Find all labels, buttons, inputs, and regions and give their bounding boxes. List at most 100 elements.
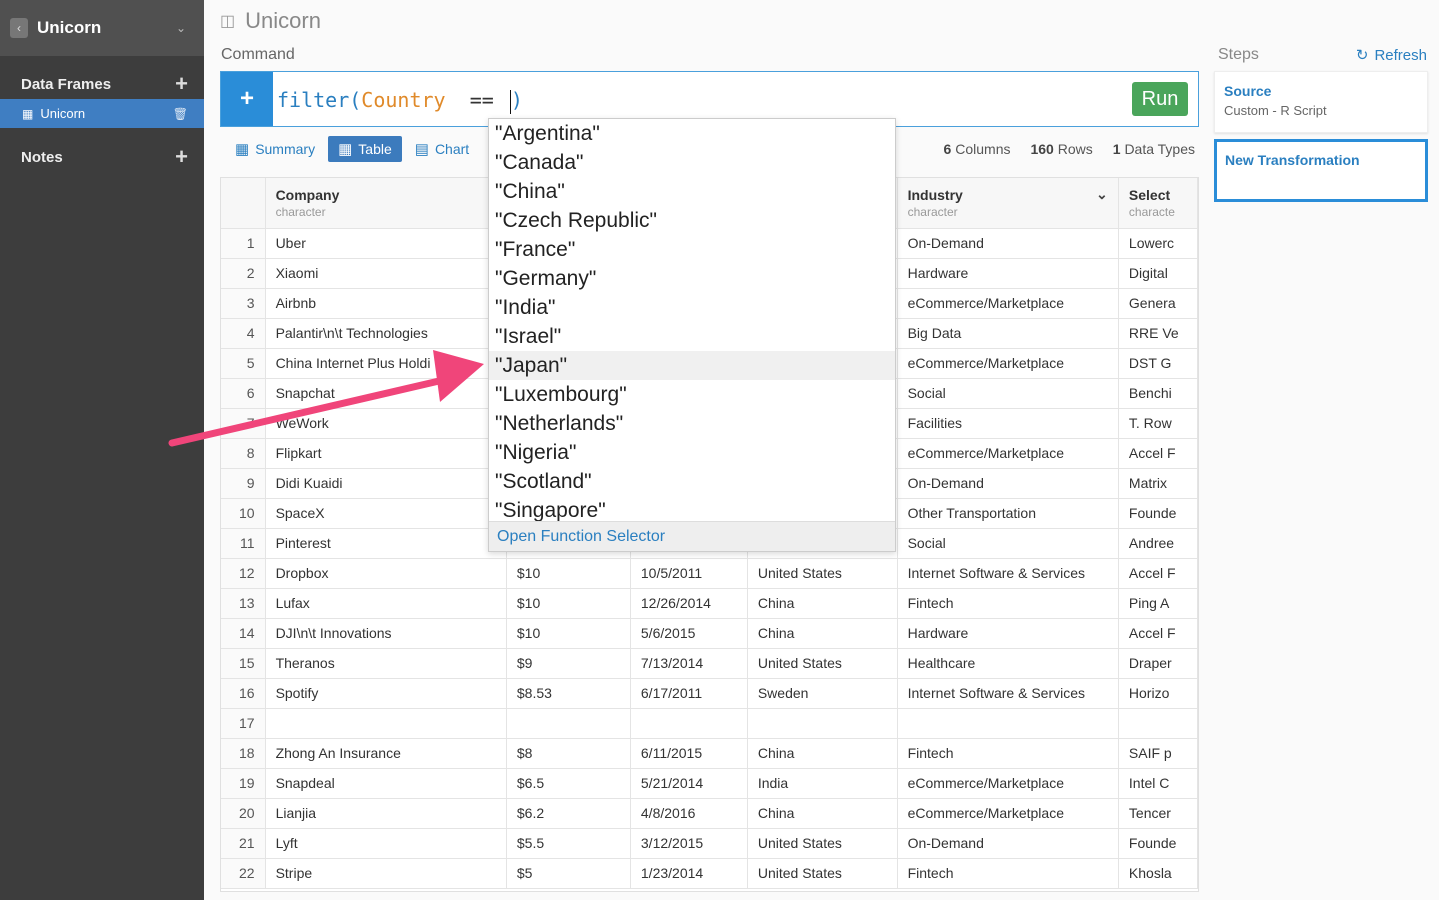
table-cell[interactable]: India (747, 768, 898, 799)
table-cell[interactable]: $6.5 (506, 768, 631, 799)
table-cell[interactable]: 3/12/2015 (630, 828, 748, 859)
table-cell[interactable]: Horizo (1118, 678, 1198, 709)
back-icon[interactable]: ‹ (10, 18, 28, 38)
add-data-frame-icon[interactable]: + (175, 73, 188, 95)
table-cell[interactable]: Social (897, 378, 1119, 409)
table-cell[interactable]: China (747, 588, 898, 619)
table-cell[interactable]: On-Demand (897, 468, 1119, 499)
table-cell[interactable]: China (747, 798, 898, 829)
run-button[interactable]: Run (1132, 82, 1188, 116)
table-cell[interactable]: Spotify (265, 678, 507, 709)
table-cell[interactable]: United States (747, 648, 898, 679)
tab-chart[interactable]: ▤ Chart (410, 136, 474, 162)
table-cell[interactable]: Intel C (1118, 768, 1198, 799)
table-cell[interactable]: Andree (1118, 528, 1198, 559)
table-cell[interactable]: Accel F (1118, 558, 1198, 589)
table-cell[interactable]: Lowerc (1118, 228, 1198, 259)
table-cell[interactable]: 5/6/2015 (630, 618, 748, 649)
table-cell[interactable]: Sweden (747, 678, 898, 709)
table-cell[interactable]: United States (747, 858, 898, 889)
new-transformation-card[interactable]: New Transformation (1214, 139, 1428, 202)
table-row[interactable]: 16 Spotify $8.53 6/17/2011 Sweden Internet So… (221, 678, 1198, 709)
table-cell[interactable]: Internet Software & Services (897, 558, 1119, 589)
table-cell[interactable]: China Internet Plus Holdi (265, 348, 507, 379)
step-source-card[interactable]: Source Custom - R Script (1214, 71, 1428, 133)
table-cell[interactable]: $10 (506, 618, 631, 649)
table-cell[interactable]: Airbnb (265, 288, 507, 319)
table-cell[interactable]: $8.53 (506, 678, 631, 709)
table-cell[interactable]: 6/17/2011 (630, 678, 748, 709)
autocomplete-item[interactable]: "Germany" (489, 264, 895, 293)
trash-icon[interactable]: 🗑 (173, 107, 188, 121)
autocomplete-item[interactable]: "Scotland" (489, 467, 895, 496)
table-row[interactable]: 22 Stripe $5 1/23/2014 United States Fintech K… (221, 858, 1198, 889)
table-cell[interactable]: Healthcare (897, 648, 1119, 679)
table-row[interactable]: 17 (221, 708, 1198, 739)
table-cell[interactable]: $5 (506, 858, 631, 889)
table-cell[interactable]: SAIF p (1118, 738, 1198, 769)
sidebar-item-unicorn[interactable]: ▦ Unicorn 🗑 (0, 99, 204, 128)
table-cell[interactable] (630, 708, 748, 739)
autocomplete-item[interactable]: "India" (489, 293, 895, 322)
table-cell[interactable]: 5/21/2014 (630, 768, 748, 799)
autocomplete-item[interactable]: "Israel" (489, 322, 895, 351)
table-cell[interactable]: On-Demand (897, 828, 1119, 859)
table-cell[interactable]: Internet Software & Services (897, 678, 1119, 709)
table-row[interactable]: 13 Lufax $10 12/26/2014 China Fintech Ping A (221, 588, 1198, 619)
table-row[interactable]: 20 Lianjia $6.2 4/8/2016 China eCommerce/Mark… (221, 798, 1198, 829)
open-function-selector-link[interactable]: Open Function Selector (489, 521, 895, 551)
table-cell[interactable]: 12/26/2014 (630, 588, 748, 619)
table-cell[interactable]: Draper (1118, 648, 1198, 679)
table-cell[interactable]: Fintech (897, 738, 1119, 769)
table-cell[interactable]: Founde (1118, 498, 1198, 529)
table-cell[interactable]: Flipkart (265, 438, 507, 469)
table-cell[interactable]: 6/11/2015 (630, 738, 748, 769)
table-cell[interactable]: 10/5/2011 (630, 558, 748, 589)
table-cell[interactable]: T. Row (1118, 408, 1198, 439)
table-cell[interactable]: 4/8/2016 (630, 798, 748, 829)
table-cell[interactable]: Lyft (265, 828, 507, 859)
table-cell[interactable]: Founde (1118, 828, 1198, 859)
table-cell[interactable]: $10 (506, 558, 631, 589)
table-cell[interactable]: 7/13/2014 (630, 648, 748, 679)
table-cell[interactable]: China (747, 618, 898, 649)
table-row[interactable]: 15 Theranos $9 7/13/2014 United States Health… (221, 648, 1198, 679)
tab-table[interactable]: ▦ Table (328, 136, 402, 162)
table-cell[interactable]: On-Demand (897, 228, 1119, 259)
table-cell[interactable]: Pinterest (265, 528, 507, 559)
table-row[interactable]: 21 Lyft $5.5 3/12/2015 United States On-Deman… (221, 828, 1198, 859)
table-cell[interactable]: Tencer (1118, 798, 1198, 829)
autocomplete-item[interactable]: "Canada" (489, 148, 895, 177)
table-cell[interactable]: Snapdeal (265, 768, 507, 799)
chevron-down-icon[interactable]: ⌄ (176, 21, 186, 35)
table-cell[interactable]: United States (747, 828, 898, 859)
table-cell[interactable]: Dropbox (265, 558, 507, 589)
tab-summary[interactable]: ▦ Summary (230, 136, 320, 162)
table-cell[interactable]: DJI\n\t Innovations (265, 618, 507, 649)
table-cell[interactable]: 1/23/2014 (630, 858, 748, 889)
command-input[interactable]: filter(Country == ) (277, 88, 523, 114)
sidebar-header[interactable]: ‹ Unicorn ⌄ (0, 0, 204, 56)
table-row[interactable]: 14 DJI\n\t Innovations $10 5/6/2015 China Har… (221, 618, 1198, 649)
table-cell[interactable]: Social (897, 528, 1119, 559)
table-cell[interactable]: $5.5 (506, 828, 631, 859)
chevron-down-icon[interactable]: ⌄ (1096, 186, 1108, 203)
table-cell[interactable]: WeWork (265, 408, 507, 439)
table-cell[interactable]: $10 (506, 588, 631, 619)
autocomplete-item[interactable]: "Argentina" (489, 119, 895, 148)
table-cell[interactable]: Matrix (1118, 468, 1198, 499)
autocomplete-item[interactable]: "Luxembourg" (489, 380, 895, 409)
table-cell[interactable]: Didi Kuaidi (265, 468, 507, 499)
table-cell[interactable]: Stripe (265, 858, 507, 889)
table-cell[interactable]: Fintech (897, 858, 1119, 889)
table-cell[interactable]: Zhong An Insurance (265, 738, 507, 769)
table-cell[interactable]: Digital (1118, 258, 1198, 289)
table-row[interactable]: 12 Dropbox $10 10/5/2011 United States Intern… (221, 558, 1198, 589)
table-cell[interactable]: Xiaomi (265, 258, 507, 289)
autocomplete-item[interactable]: "France" (489, 235, 895, 264)
column-header[interactable]: Company character (265, 178, 507, 229)
table-cell[interactable]: Ping A (1118, 588, 1198, 619)
add-note-icon[interactable]: + (175, 146, 188, 168)
table-cell[interactable]: Other Transportation (897, 498, 1119, 529)
table-cell[interactable]: eCommerce/Marketplace (897, 768, 1119, 799)
